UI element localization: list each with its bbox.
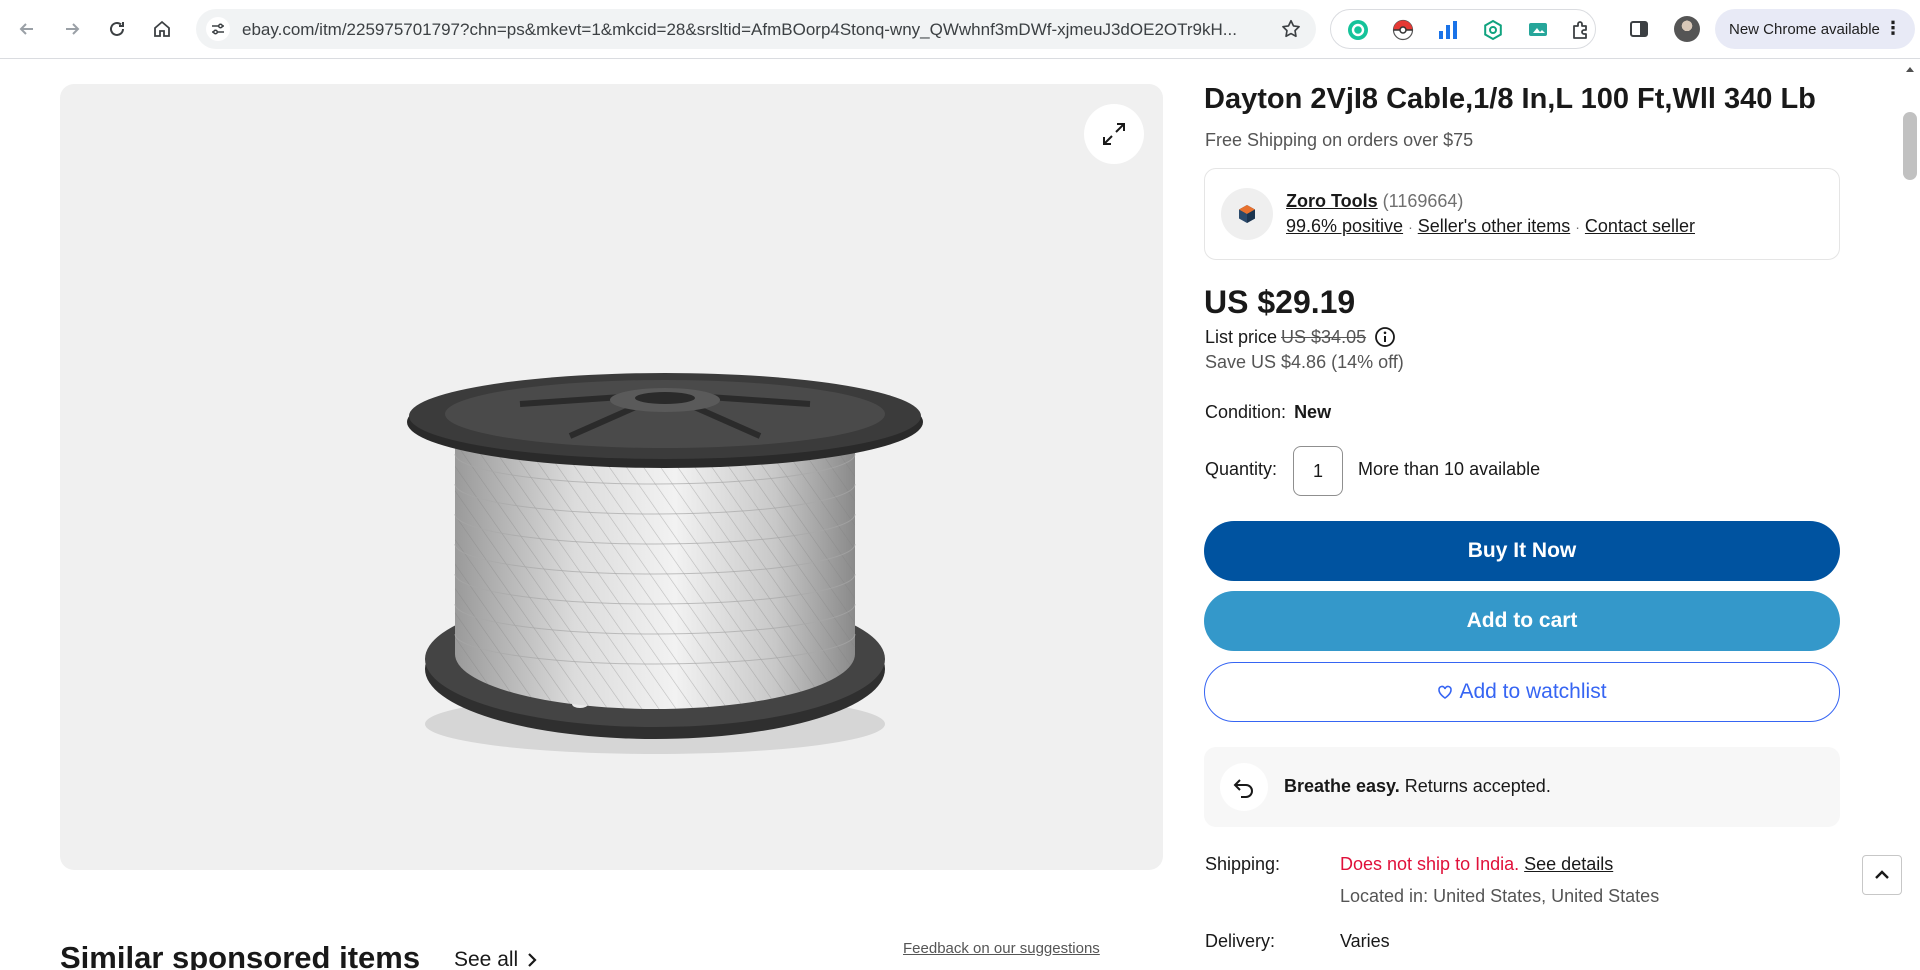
item-location: Located in: United States, United States <box>1340 886 1660 906</box>
forward-button[interactable] <box>56 13 88 45</box>
scrollbar-thumb[interactable] <box>1903 112 1917 180</box>
info-icon[interactable] <box>1374 326 1396 348</box>
condition-row: Condition: New <box>1205 402 1331 423</box>
item-title: Dayton 2VjI8 Cable,1/8 In,L 100 Ft,Wll 3… <box>1204 83 1816 115</box>
home-icon <box>154 20 170 37</box>
chrome-update-label: New Chrome available <box>1729 20 1880 38</box>
returns-detail: Returns accepted. <box>1399 776 1551 796</box>
screen-capture-icon[interactable] <box>1527 19 1549 41</box>
delivery-label: Delivery: <box>1205 931 1276 951</box>
returns-banner: Breathe easy. Returns accepted. <box>1204 747 1840 827</box>
product-image-gallery[interactable] <box>60 84 1163 870</box>
puzzle-extensions-icon[interactable] <box>1570 19 1592 41</box>
shipping-warning-period: . <box>1514 854 1520 874</box>
shipping-value: Does not ship to India. See details <box>1340 854 1613 875</box>
back-button[interactable] <box>11 13 43 45</box>
see-details-link[interactable]: See details <box>1524 854 1613 874</box>
expand-image-button[interactable] <box>1084 104 1144 164</box>
similar-items-heading: Similar sponsored items <box>60 940 421 970</box>
seller-other-items-link[interactable]: Seller's other items <box>1418 216 1571 236</box>
home-button[interactable] <box>146 13 178 45</box>
seller-logo[interactable] <box>1221 188 1273 240</box>
cable-reel-image <box>407 373 923 754</box>
quantity-input[interactable]: 1 <box>1293 446 1343 496</box>
browser-toolbar: ebay.com/itm/225975701797?chn=ps&mkevt=1… <box>0 0 1920 59</box>
pokeball-icon[interactable] <box>1392 19 1414 41</box>
analytics-icon[interactable] <box>1437 19 1459 41</box>
delivery-value: Varies <box>1340 931 1390 951</box>
returns-text: Breathe easy. Returns accepted. <box>1284 776 1551 797</box>
seller-positive-link[interactable]: 99.6% positive <box>1286 216 1403 236</box>
contact-seller-link[interactable]: Contact seller <box>1585 216 1695 236</box>
heart-icon <box>1438 685 1453 699</box>
list-price-label: List price <box>1205 326 1278 347</box>
quantity-label: Quantity: <box>1205 459 1278 479</box>
profile-avatar[interactable] <box>1674 16 1700 42</box>
reload-icon <box>110 21 124 36</box>
seller-card: Zoro Tools (1169664) 99.6% positive · Sell… <box>1204 168 1840 260</box>
reload-button[interactable] <box>101 13 133 45</box>
add-to-cart-button[interactable]: Add to cart <box>1204 591 1840 651</box>
seller-name-row: Zoro Tools (1169664) <box>1286 191 1463 212</box>
seller-name-link[interactable]: Zoro Tools <box>1286 191 1378 211</box>
kebab-menu-icon: ⋮ <box>1884 18 1902 38</box>
condition-value: New <box>1294 402 1332 422</box>
separator-dot: · <box>1408 219 1413 235</box>
see-all-label: See all <box>454 948 519 970</box>
grammarly-icon[interactable] <box>1347 19 1369 41</box>
shipping-label: Shipping: <box>1205 854 1281 874</box>
returns-bold: Breathe easy. <box>1284 776 1400 796</box>
page-scrollbar[interactable] <box>1900 59 1920 970</box>
chevron-up-icon <box>1875 870 1889 879</box>
savings-text: Save US $4.86 (14% off) <box>1205 352 1404 372</box>
list-price-value: US $34.05 <box>1281 326 1367 347</box>
chrome-update-button[interactable]: New Chrome available ⋮ <box>1715 9 1915 49</box>
site-settings-icon[interactable] <box>206 17 230 41</box>
seller-links-row: 99.6% positive · Seller's other items · Cont… <box>1286 216 1695 237</box>
item-price: US $29.19 <box>1204 284 1356 320</box>
url-text[interactable]: ebay.com/itm/225975701797?chn=ps&mkevt=1… <box>242 20 1262 40</box>
side-panel-icon[interactable] <box>1628 18 1650 40</box>
arrow-left-icon <box>19 23 33 35</box>
expand-icon <box>1103 123 1125 145</box>
extensions-group <box>1330 9 1596 49</box>
feedback-suggestions-link[interactable]: Feedback on our suggestions <box>903 940 1100 957</box>
bookmark-star-icon[interactable] <box>1280 18 1302 40</box>
separator-dot: · <box>1575 219 1580 235</box>
buy-it-now-button[interactable]: Buy It Now <box>1204 521 1840 581</box>
condition-label: Condition: <box>1205 402 1287 422</box>
zoro-logo-icon <box>1239 205 1255 223</box>
ai-assistant-icon[interactable] <box>1482 19 1504 41</box>
return-arrow-icon <box>1220 763 1268 811</box>
chevron-right-icon <box>528 953 537 967</box>
back-to-top-button[interactable] <box>1862 855 1902 895</box>
shipping-promo: Free Shipping on orders over $75 <box>1205 130 1474 150</box>
scroll-up-arrow-icon[interactable] <box>1905 64 1915 74</box>
arrow-right-icon <box>66 23 80 35</box>
add-to-watchlist-button[interactable]: Add to watchlist <box>1204 662 1840 722</box>
seller-feedback-count: (1169664) <box>1382 191 1464 211</box>
list-price-row: List price US $34.05 <box>1205 326 1396 348</box>
see-all-link[interactable]: See all <box>454 948 538 970</box>
shipping-warning: Does not ship to India <box>1340 854 1515 874</box>
watchlist-label: Add to watchlist <box>1459 680 1607 703</box>
quantity-availability: More than 10 available <box>1358 459 1541 479</box>
address-bar[interactable]: ebay.com/itm/225975701797?chn=ps&mkevt=1… <box>196 9 1316 49</box>
